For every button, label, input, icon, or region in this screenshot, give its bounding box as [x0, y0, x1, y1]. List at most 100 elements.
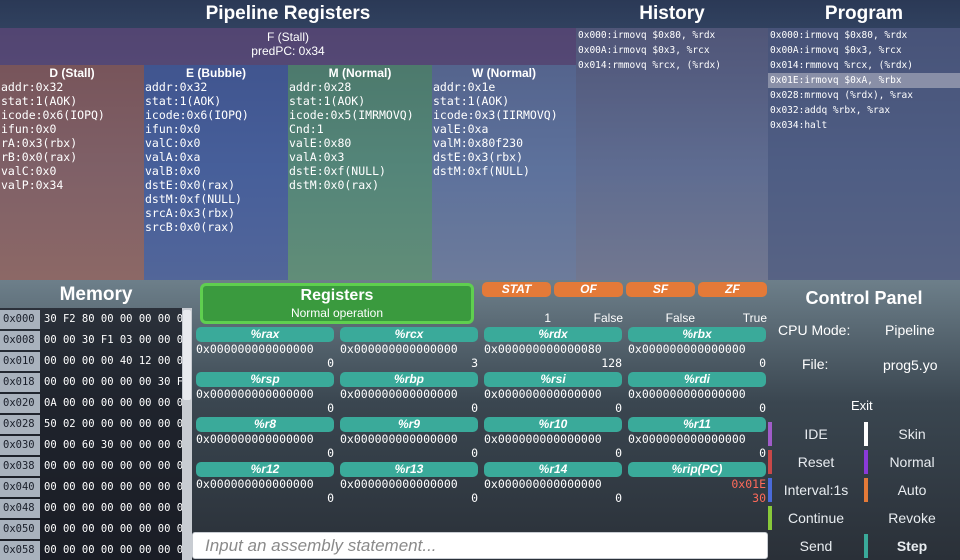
program-line[interactable]: 0x000:irmovq $0x80, %rdx [768, 28, 960, 43]
revoke-button[interactable]: Revoke [864, 504, 960, 532]
ide-button[interactable]: IDE [768, 420, 864, 448]
register-hex-value: 0x000000000000080 [484, 342, 602, 356]
memory-stage-field: dstE:0xf(NULL) [289, 164, 386, 178]
flag-zf-value: True [742, 311, 767, 325]
button-color-bar [864, 534, 868, 558]
register-hex-value: 0x01E [731, 477, 766, 491]
send-button[interactable]: Send [768, 532, 864, 560]
memory-row[interactable]: 0x050 00 00 00 00 00 00 00 00 [0, 520, 182, 539]
continue-button[interactable]: Continue [768, 504, 864, 532]
writeback-stage-field: dstM:0xf(NULL) [433, 164, 530, 178]
memory-row[interactable]: 0x030 00 00 60 30 00 00 00 00 [0, 436, 182, 455]
register-decimal-value: 0 [615, 491, 622, 505]
assembly-input[interactable] [192, 532, 768, 559]
history-item[interactable]: 0x000:irmovq $0x80, %rdx [576, 28, 768, 43]
register-hex-value: 0x000000000000000 [628, 342, 746, 356]
memory-row[interactable]: 0x020 0A 00 00 00 00 00 00 00 [0, 394, 182, 413]
register-hex-value: 0x000000000000000 [340, 342, 458, 356]
reset-button[interactable]: Reset [768, 448, 864, 476]
registers-status-button[interactable]: Registers Normal operation [200, 283, 474, 324]
memory-scroll-thumb[interactable] [183, 310, 191, 400]
program-list[interactable]: 0x000:irmovq $0x80, %rdx 0x00A:irmovq $0x… [768, 28, 960, 280]
button-label: Step [896, 538, 928, 554]
history-item[interactable]: 0x014:rmmovq %rcx, (%rdx) [576, 58, 768, 73]
program-line[interactable]: 0x014:rmmovq %rcx, (%rdx) [768, 58, 960, 73]
memory-row[interactable]: 0x048 00 00 00 00 00 00 00 00 [0, 499, 182, 518]
exit-button[interactable]: Exit [851, 398, 873, 413]
file-value[interactable]: prog5.yo [883, 357, 937, 373]
writeback-stage: W (Normal) addr:0x1e stat:1(AOK) icode:0x3… [432, 65, 576, 280]
execute-stage-field: stat:1(AOK) [145, 94, 222, 108]
memory-row[interactable]: 0x028 50 02 00 00 00 00 00 00 [0, 415, 182, 434]
register-hex-value: 0x000000000000000 [628, 387, 746, 401]
register-rcx-label: %rcx [340, 327, 478, 342]
decode-stage-field: stat:1(AOK) [1, 94, 78, 108]
step-button[interactable]: Step [864, 532, 960, 560]
interval-1s-button[interactable]: Interval:1s [768, 476, 864, 504]
memory-scrollbar[interactable] [182, 308, 192, 560]
register-rippc-label: %rip(PC) [628, 462, 766, 477]
memory-row[interactable]: 0x040 00 00 00 00 00 00 00 00 [0, 478, 182, 497]
cpu-mode-value[interactable]: Pipeline [885, 322, 935, 338]
register-hex-value: 0x000000000000000 [340, 432, 458, 446]
flag-zf-label: ZF [698, 282, 767, 297]
memory-bytes: 00 00 00 00 00 00 30 F3 [44, 376, 182, 388]
memory-bytes: 00 00 00 00 00 00 00 00 [44, 460, 182, 472]
program-line[interactable]: 0x00A:irmovq $0x3, %rcx [768, 43, 960, 58]
memory-bytes: 00 00 00 00 00 00 00 00 [44, 481, 182, 493]
register-hex-value: 0x000000000000000 [196, 477, 314, 491]
auto-button[interactable]: Auto [864, 476, 960, 504]
button-color-bar [768, 478, 772, 502]
execute-stage-field: valB:0x0 [145, 164, 201, 178]
memory-address: 0x008 [0, 331, 40, 350]
memory-row[interactable]: 0x010 00 00 00 00 40 12 00 00 [0, 352, 182, 371]
register-decimal-value: 0 [615, 446, 622, 460]
fetch-predpc: predPC: 0x34 [251, 44, 325, 58]
memory-address: 0x030 [0, 436, 40, 455]
register-decimal-value: 0 [327, 356, 334, 370]
button-label: Auto [897, 482, 927, 498]
memory-row[interactable]: 0x018 00 00 00 00 00 00 30 F3 [0, 373, 182, 392]
program-line[interactable]: 0x028:mrmovq (%rdx), %rax [768, 88, 960, 103]
memory-row[interactable]: 0x008 00 00 30 F1 03 00 00 00 [0, 331, 182, 350]
program-line[interactable]: 0x034:halt [768, 118, 960, 133]
memory-address: 0x010 [0, 352, 40, 371]
program-line[interactable]: 0x032:addq %rbx, %rax [768, 103, 960, 118]
memory-row[interactable]: 0x038 00 00 00 00 00 00 00 00 [0, 457, 182, 476]
flag-stat-value: 1 [544, 311, 551, 325]
flag-of-value: False [593, 311, 623, 325]
history-list[interactable]: 0x000:irmovq $0x80, %rdx 0x00A:irmovq $0x… [576, 28, 768, 280]
memory-stage-field: addr:0x28 [289, 80, 352, 94]
register-hex-value: 0x000000000000000 [196, 342, 314, 356]
memory-row[interactable]: 0x058 00 00 00 00 00 00 00 00 [0, 541, 182, 560]
memory-stage-title: M (Normal) [328, 66, 392, 80]
program-line[interactable]: 0x01E:irmovq $0xA, %rbx [768, 73, 960, 88]
register-rsi-label: %rsi [484, 372, 622, 387]
register-rcx-value: 0x000000000000000 3 [340, 342, 478, 370]
memory-address: 0x028 [0, 415, 40, 434]
decode-stage-field: icode:0x6(IOPQ) [1, 108, 105, 122]
button-label: Interval:1s [783, 482, 849, 498]
register-hex-value: 0x000000000000000 [340, 477, 458, 491]
skin-button[interactable]: Skin [864, 420, 960, 448]
decode-stage-title: D (Stall) [49, 66, 95, 80]
decode-stage-field: addr:0x32 [1, 80, 64, 94]
button-label: IDE [804, 426, 828, 442]
memory-address: 0x018 [0, 373, 40, 392]
history-item[interactable]: 0x00A:irmovq $0x3, %rcx [576, 43, 768, 58]
memory-stage-field: valA:0x3 [289, 150, 345, 164]
button-color-bar [864, 450, 868, 474]
button-color-bar [864, 422, 868, 446]
button-label: Send [799, 538, 833, 554]
register-decimal-value: 0 [759, 356, 766, 370]
memory-stage-field: Cnd:1 [289, 122, 324, 136]
register-rbx-label: %rbx [628, 327, 766, 342]
memory-row[interactable]: 0x000 30 F2 80 00 00 00 00 00 [0, 310, 182, 329]
normal-button[interactable]: Normal [864, 448, 960, 476]
memory-stage-values: addr:0x28 stat:1(AOK) icode:0x5(IMRMOVQ) Cn… [288, 80, 432, 192]
execute-stage-field: srcA:0x3(rbx) [145, 206, 236, 220]
memory-panel[interactable]: 0x000 30 F2 80 00 00 00 00 00 0x008 00 00 3… [0, 308, 192, 560]
register-rax-label: %rax [196, 327, 334, 342]
button-color-bar [768, 422, 772, 446]
flag-stat-label: STAT [482, 282, 551, 297]
